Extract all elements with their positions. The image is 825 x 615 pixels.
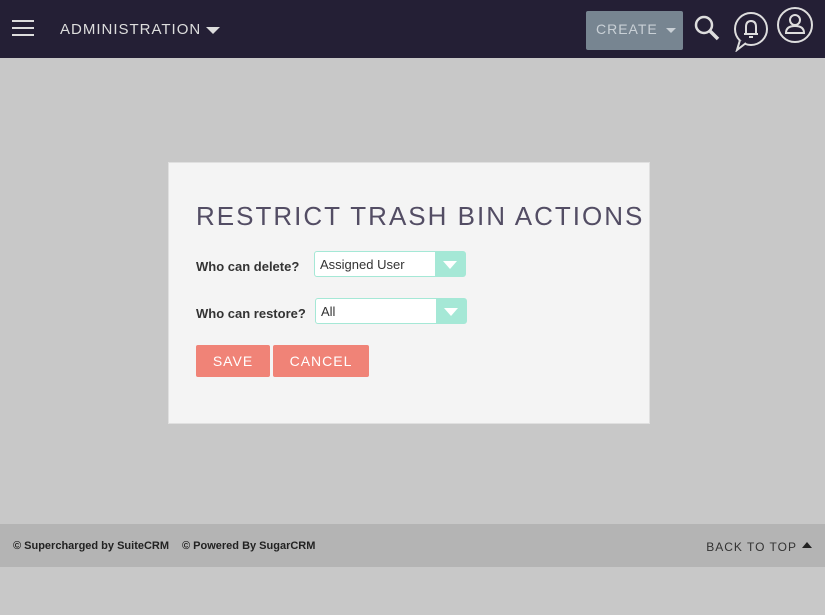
delete-select[interactable]: Assigned User [314, 251, 466, 277]
restrict-trash-dialog: RESTRICT TRASH BIN ACTIONS Who can delet… [168, 162, 650, 424]
chevron-down-icon [206, 26, 221, 34]
notification-bell-icon[interactable] [732, 10, 772, 52]
restore-select-value: All [321, 304, 336, 319]
top-nav: ADMINISTRATION CREATE [0, 0, 825, 58]
arrow-up-icon[interactable] [802, 542, 812, 548]
delete-label: Who can delete? [196, 259, 300, 274]
delete-select-value: Assigned User [320, 257, 405, 272]
chevron-down-icon [435, 252, 465, 276]
suitecrm-link[interactable]: © Supercharged by SuiteCRM [13, 540, 169, 552]
cancel-button[interactable]: CANCEL [273, 345, 369, 377]
search-icon[interactable] [693, 14, 721, 42]
chevron-down-icon [665, 27, 676, 33]
hamburger-icon[interactable] [12, 20, 34, 36]
module-label: ADMINISTRATION [60, 21, 202, 38]
module-menu[interactable]: ADMINISTRATION [60, 21, 221, 38]
footer: © Supercharged by SuiteCRM © Powered By … [0, 524, 825, 567]
create-button[interactable]: CREATE [586, 11, 683, 50]
dialog-title: RESTRICT TRASH BIN ACTIONS [196, 201, 645, 231]
user-profile-icon[interactable] [776, 6, 814, 44]
restore-label: Who can restore? [196, 306, 306, 321]
save-button[interactable]: SAVE [196, 345, 270, 377]
sugarcrm-link[interactable]: © Powered By SugarCRM [182, 540, 315, 552]
create-label: CREATE [596, 21, 658, 37]
restore-select[interactable]: All [315, 298, 467, 324]
chevron-down-icon [436, 299, 466, 323]
back-to-top-link[interactable]: BACK TO TOP [706, 540, 797, 554]
